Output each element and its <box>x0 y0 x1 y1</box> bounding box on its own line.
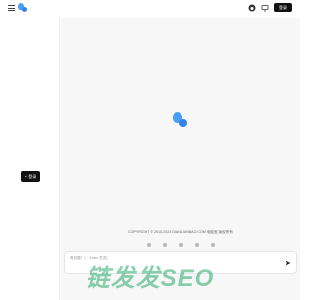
menu-icon[interactable] <box>8 5 15 11</box>
watermark-logo: 链发发SEO <box>85 265 215 292</box>
send-icon[interactable] <box>285 260 291 266</box>
chat-main: COPYRIGHT © 2015-2024 DIANLIANBAO.COM 电脑… <box>61 18 300 300</box>
center-logo-icon <box>173 112 189 128</box>
logo-icon[interactable] <box>18 3 28 14</box>
user-icon[interactable] <box>178 243 183 247</box>
settings-icon[interactable] <box>146 243 151 247</box>
sidebar-login-button[interactable]: + 登录 <box>21 171 40 182</box>
top-bar: 登录 <box>0 0 300 18</box>
github-icon[interactable] <box>248 4 256 12</box>
info-icon[interactable] <box>210 243 215 247</box>
copyright-text: COPYRIGHT © 2015-2024 DIANLIANBAO.COM 电脑… <box>128 230 233 234</box>
footer-icons <box>61 243 300 247</box>
sidebar: + 登录 <box>0 18 60 300</box>
chat-input-placeholder[interactable]: 有问题？(... Enter 发送) <box>70 256 108 261</box>
link-icon[interactable] <box>162 243 167 247</box>
monitor-icon[interactable] <box>261 4 269 12</box>
header-actions: 登录 <box>248 3 292 12</box>
help-icon[interactable] <box>194 243 199 247</box>
header-login-button[interactable]: 登录 <box>274 3 292 12</box>
